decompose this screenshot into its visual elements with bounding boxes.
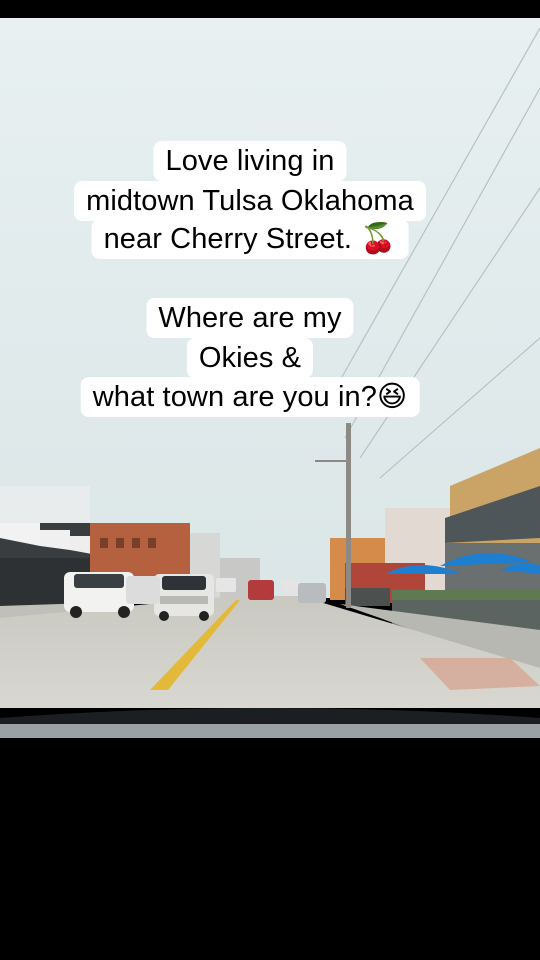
- caption-line-5: Okies &: [186, 338, 314, 378]
- bottom-letterbox: [0, 738, 540, 960]
- utility-pole: [346, 423, 351, 608]
- caption-line-1: Love living in: [153, 141, 347, 181]
- caption-line-3: near Cherry Street. 🍒: [91, 219, 409, 259]
- caption-line-6: what town are you in?😆: [80, 377, 420, 417]
- top-letterbox: [0, 0, 540, 18]
- caption-line-4: Where are my: [146, 298, 354, 338]
- caption-line-2: midtown Tulsa Oklahoma: [74, 181, 426, 221]
- video-frame: Love living in midtown Tulsa Oklahoma ne…: [0, 0, 540, 960]
